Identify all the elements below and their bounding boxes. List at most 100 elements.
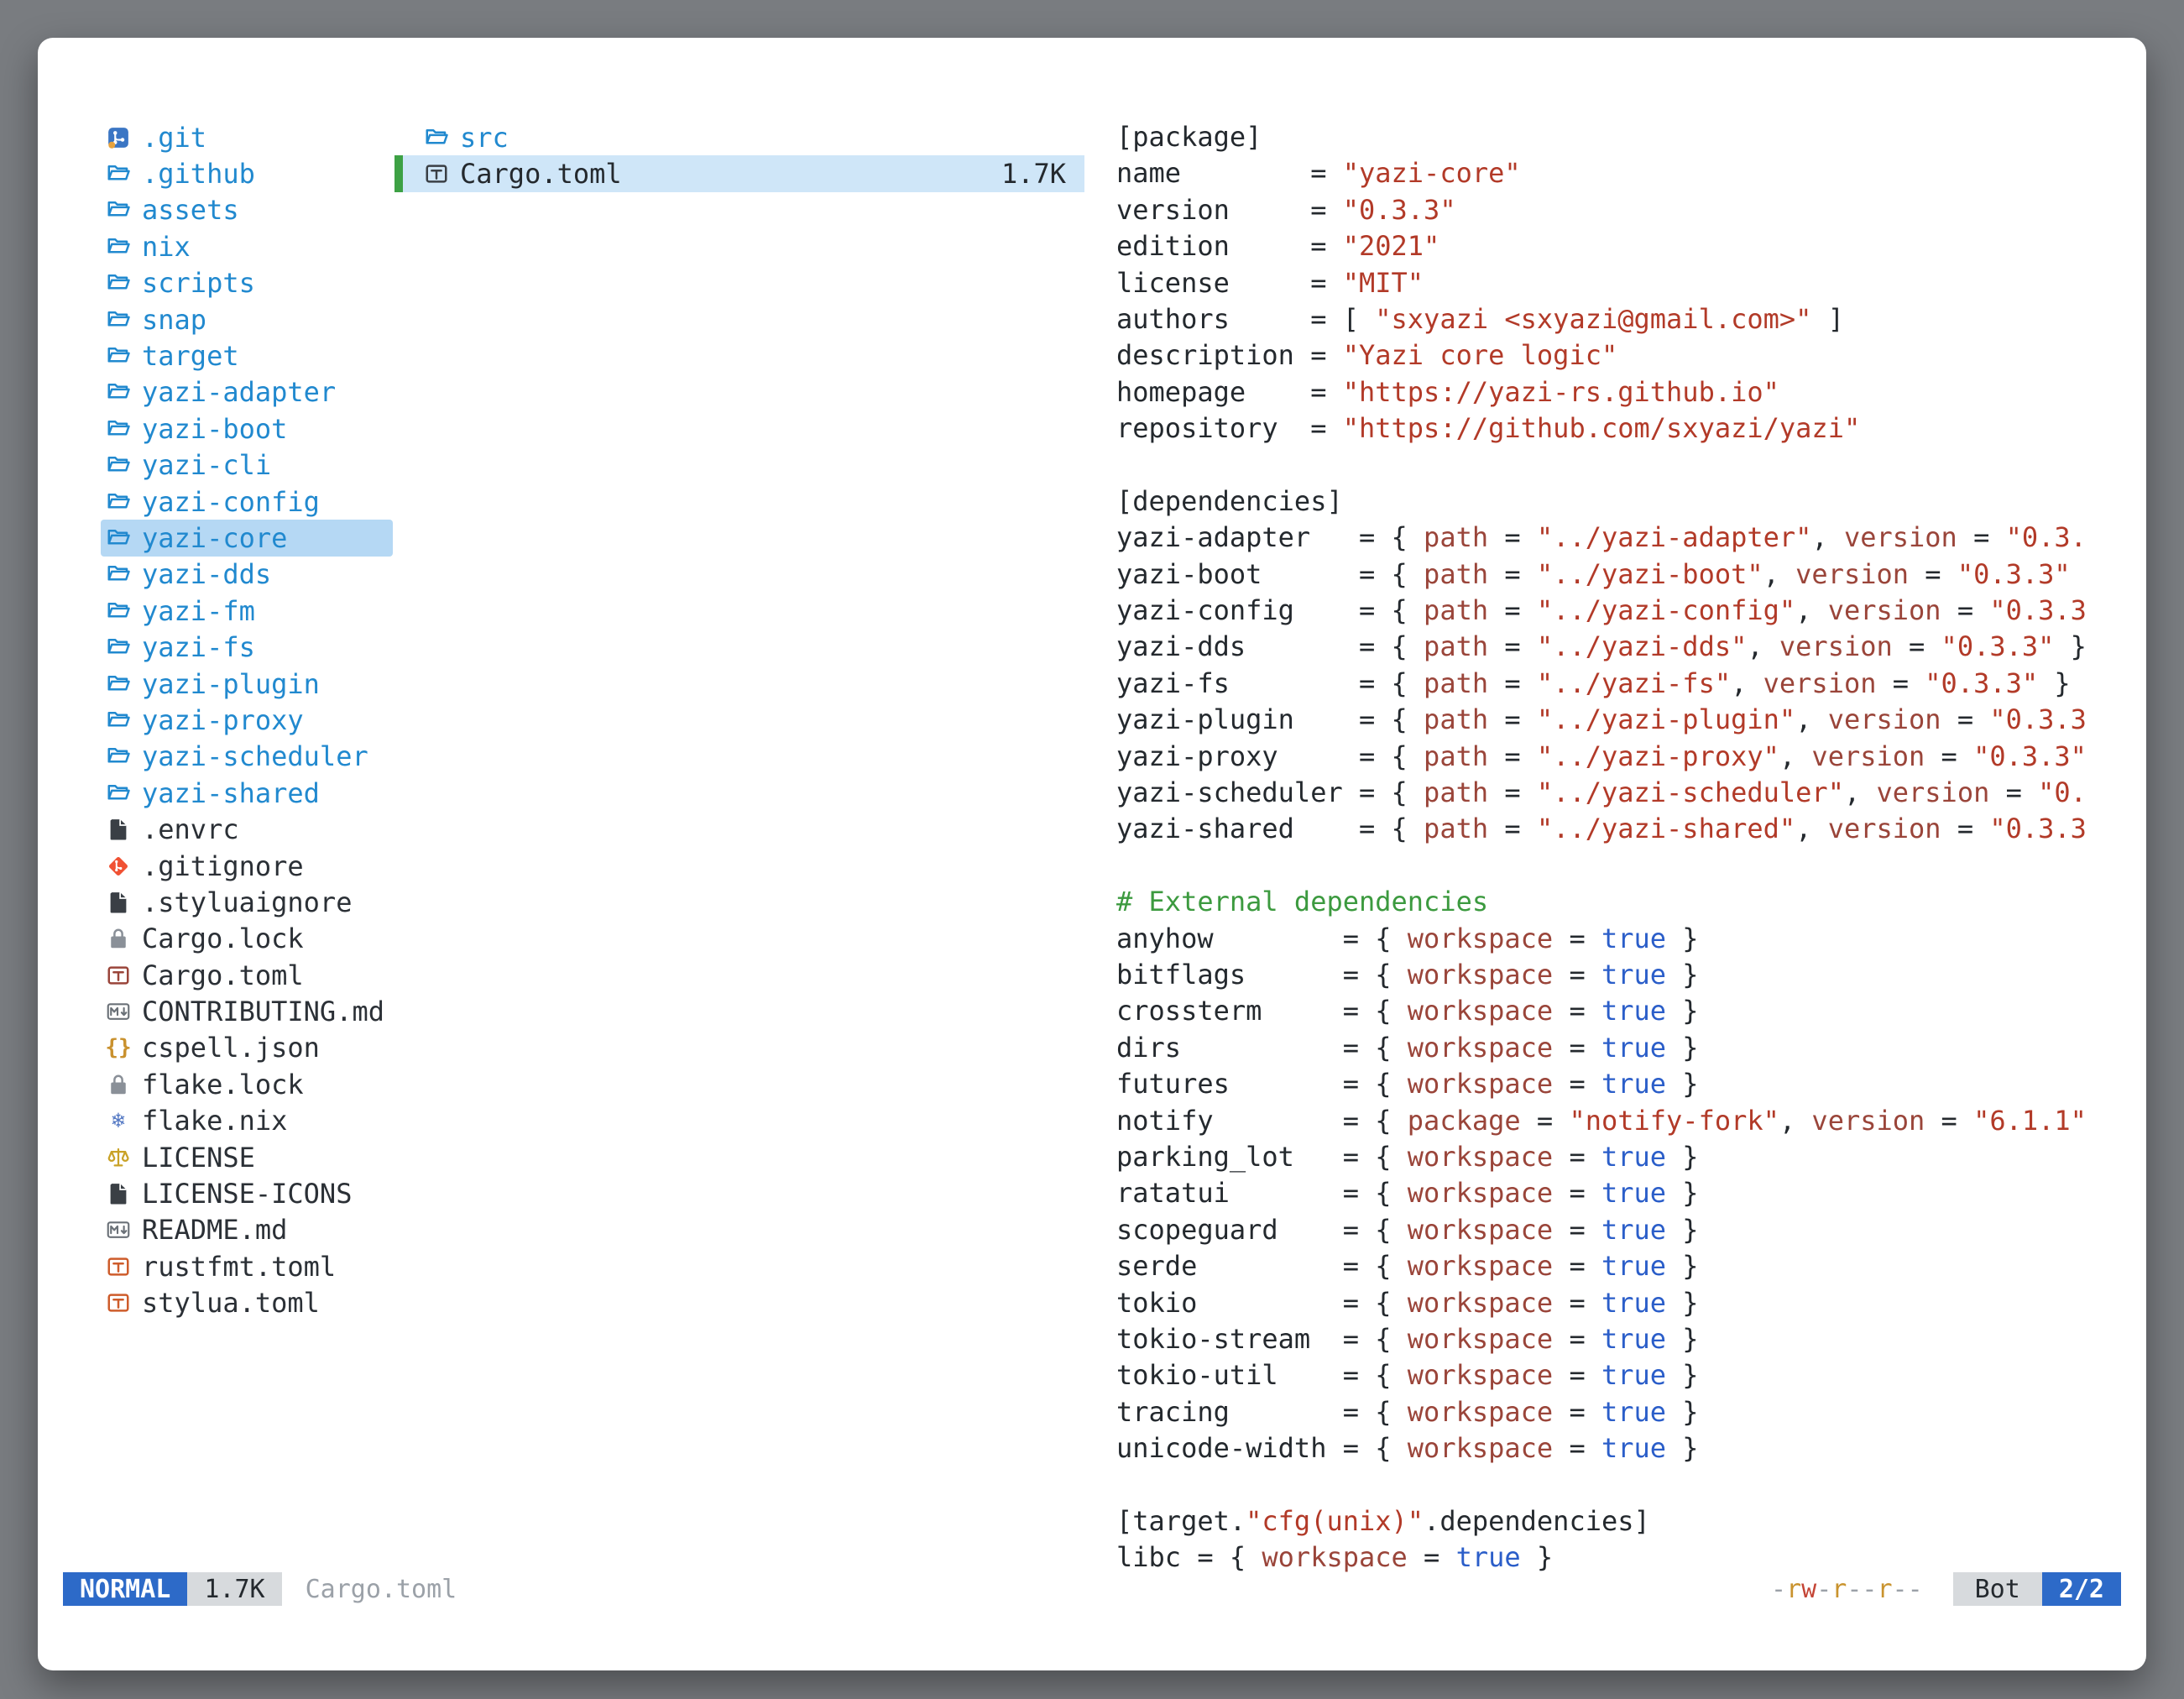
preview-line: yazi-fs = { path = "../yazi-fs", version…	[1116, 666, 2088, 702]
preview-line: [dependencies]	[1116, 484, 2088, 520]
preview-line	[1116, 447, 2088, 484]
sidebar-item-git[interactable]: .git	[101, 119, 393, 155]
sidebar-item-yazi-shared[interactable]: yazi-shared	[101, 775, 393, 811]
sidebar-item-contributing-md[interactable]: CONTRIBUTING.md	[101, 993, 393, 1029]
folder-icon	[106, 672, 131, 697]
item-label: yazi-fm	[142, 595, 255, 627]
file-icon	[106, 890, 131, 915]
folder-icon	[106, 161, 131, 186]
sidebar-item-github[interactable]: .github	[101, 155, 393, 191]
item-label: LICENSE	[142, 1142, 255, 1174]
sidebar-item-stylua-toml[interactable]: stylua.toml	[101, 1285, 393, 1321]
sidebar-item-cspell-json[interactable]: {}cspell.json	[101, 1030, 393, 1066]
preview-line: yazi-adapter = { path = "../yazi-adapter…	[1116, 520, 2088, 556]
item-label: yazi-shared	[142, 777, 320, 809]
item-label: scripts	[142, 267, 255, 299]
git-icon	[106, 125, 131, 150]
sidebar-item-license[interactable]: LICENSE	[101, 1139, 393, 1175]
sidebar-item-scripts[interactable]: scripts	[101, 265, 393, 301]
file-size: 1.7K	[1001, 158, 1084, 190]
toml-icon	[424, 161, 449, 186]
sidebar-item-envrc[interactable]: .envrc	[101, 811, 393, 847]
sidebar-item-gitignore[interactable]: .gitignore	[101, 848, 393, 884]
toml-icon	[106, 1254, 131, 1279]
preview-line: yazi-config = { path = "../yazi-config",…	[1116, 593, 2088, 629]
status-left: NORMAL 1.7K Cargo.toml	[63, 1572, 457, 1606]
item-label: Cargo.toml	[142, 959, 304, 991]
item-label: CONTRIBUTING.md	[142, 996, 384, 1027]
sidebar-item-target[interactable]: target	[101, 337, 393, 374]
item-label: .gitignore	[142, 850, 304, 882]
preview-line	[1116, 1466, 2088, 1503]
file-icon	[106, 817, 131, 842]
preview-line: edition = "2021"	[1116, 228, 2088, 264]
preview-line: yazi-shared = { path = "../yazi-shared",…	[1116, 811, 2088, 847]
folder-icon	[106, 379, 131, 405]
sidebar-item-yazi-dds[interactable]: yazi-dds	[101, 557, 393, 593]
item-label: src	[460, 122, 509, 154]
item-label: .styluaignore	[142, 886, 352, 918]
size-badge: 1.7K	[187, 1572, 281, 1606]
sidebar-item-yazi-plugin[interactable]: yazi-plugin	[101, 666, 393, 702]
lock-icon	[106, 926, 131, 951]
preview-line: yazi-dds = { path = "../yazi-dds", versi…	[1116, 629, 2088, 665]
preview-line: tokio-util = { workspace = true }	[1116, 1357, 2088, 1393]
preview-line: yazi-boot = { path = "../yazi-boot", ver…	[1116, 557, 2088, 593]
item-label: rustfmt.toml	[142, 1251, 336, 1283]
item-label: yazi-scheduler	[142, 740, 368, 772]
preview-line: [package]	[1116, 119, 2088, 155]
folder-icon	[106, 307, 131, 332]
preview-line: [target."cfg(unix)".dependencies]	[1116, 1503, 2088, 1540]
folder-icon	[106, 197, 131, 222]
preview-line: dirs = { workspace = true }	[1116, 1030, 2088, 1066]
mode-badge: NORMAL	[63, 1572, 187, 1606]
permissions-label: -rw-r--r--	[1771, 1575, 1923, 1604]
preview-line: yazi-proxy = { path = "../yazi-proxy", v…	[1116, 739, 2088, 775]
sidebar-item-license-icons[interactable]: LICENSE-ICONS	[101, 1175, 393, 1211]
item-label: yazi-dds	[142, 558, 271, 590]
preview-line: homepage = "https://yazi-rs.github.io"	[1116, 374, 2088, 410]
preview-line: bitflags = { workspace = true }	[1116, 957, 2088, 993]
preview-line: name = "yazi-core"	[1116, 155, 2088, 191]
item-label: yazi-fs	[142, 631, 255, 663]
sidebar-item-cargo-lock[interactable]: Cargo.lock	[101, 921, 393, 957]
sidebar-item-yazi-cli[interactable]: yazi-cli	[101, 447, 393, 484]
sidebar-item-yazi-fm[interactable]: yazi-fm	[101, 593, 393, 629]
sidebar-item-yazi-scheduler[interactable]: yazi-scheduler	[101, 739, 393, 775]
json-icon: {}	[106, 1035, 131, 1060]
sidebar-item-cargo-toml[interactable]: Cargo.toml	[101, 957, 393, 993]
sidebar-item-yazi-adapter[interactable]: yazi-adapter	[101, 374, 393, 410]
item-label: flake.lock	[142, 1069, 304, 1100]
terminal-window: .git.githubassetsnixscriptssnaptargetyaz…	[38, 38, 2146, 1670]
preview-line: yazi-plugin = { path = "../yazi-plugin",…	[1116, 702, 2088, 738]
item-label: yazi-proxy	[142, 704, 304, 736]
preview-line	[1116, 848, 2088, 884]
sidebar-item-flake-nix[interactable]: ❄flake.nix	[101, 1103, 393, 1139]
item-label: LICENSE-ICONS	[142, 1178, 352, 1210]
file-item-src[interactable]: src	[394, 119, 1084, 155]
sidebar-item-yazi-boot[interactable]: yazi-boot	[101, 410, 393, 447]
sidebar-item-styluaignore[interactable]: .styluaignore	[101, 884, 393, 920]
status-right: -rw-r--r-- Bot 2/2	[1771, 1572, 2121, 1606]
folder-icon	[106, 781, 131, 806]
sidebar-item-flake-lock[interactable]: flake.lock	[101, 1066, 393, 1102]
sidebar-item-yazi-fs[interactable]: yazi-fs	[101, 629, 393, 665]
sidebar-item-rustfmt-toml[interactable]: rustfmt.toml	[101, 1248, 393, 1284]
item-label: Cargo.toml	[460, 158, 622, 190]
item-label: yazi-cli	[142, 449, 271, 481]
sidebar-item-nix[interactable]: nix	[101, 228, 393, 264]
sidebar-item-yazi-core[interactable]: yazi-core	[101, 520, 393, 556]
sidebar-item-snap[interactable]: snap	[101, 301, 393, 337]
folder-icon	[106, 416, 131, 442]
sidebar-item-yazi-proxy[interactable]: yazi-proxy	[101, 702, 393, 738]
sidebar-item-readme-md[interactable]: README.md	[101, 1212, 393, 1248]
preview-line: serde = { workspace = true }	[1116, 1248, 2088, 1284]
sidebar-item-assets[interactable]: assets	[101, 192, 393, 228]
file-item-cargo-toml[interactable]: Cargo.toml 1.7K	[394, 155, 1084, 191]
sidebar-item-yazi-config[interactable]: yazi-config	[101, 484, 393, 520]
item-label: README.md	[142, 1214, 287, 1246]
preview-line: tokio-stream = { workspace = true }	[1116, 1321, 2088, 1357]
item-label: yazi-config	[142, 486, 320, 518]
current-directory-pane: src Cargo.toml 1.7K	[394, 119, 1084, 192]
item-label: .envrc	[142, 813, 239, 845]
